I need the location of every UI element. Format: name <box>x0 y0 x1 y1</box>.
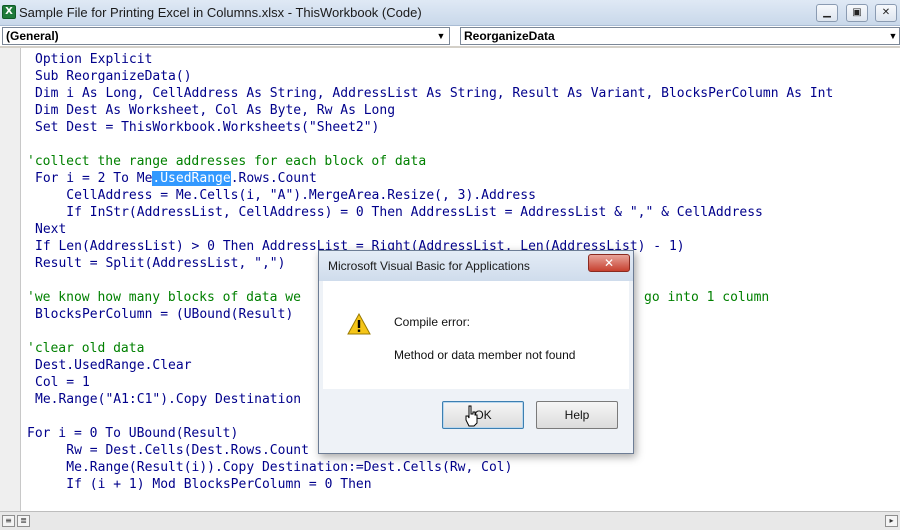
code-line[interactable]: BlocksPerColumn = (UBound(Result) <box>35 306 293 323</box>
hand-cursor-icon <box>465 405 478 427</box>
dialog-title: Microsoft Visual Basic for Applications <box>328 259 530 273</box>
error-message: Method or data member not found <box>394 348 576 362</box>
procedure-view-button[interactable]: ≡ <box>2 515 15 527</box>
object-combo-value: (General) <box>6 29 59 43</box>
code-line[interactable]: Set Dest = ThisWorkbook.Worksheets("Shee… <box>35 119 379 136</box>
full-module-view-button[interactable]: ≣ <box>17 515 30 527</box>
excel-icon: X <box>2 5 16 19</box>
code-line[interactable]: Col = 1 <box>35 374 90 391</box>
selected-text[interactable]: .UsedRange <box>152 171 231 186</box>
procedure-combo[interactable]: ReorganizeData ▼ <box>460 27 900 45</box>
code-line[interactable]: Dest.UsedRange.Clear <box>35 357 192 374</box>
dialog-title-bar: Microsoft Visual Basic for Applications … <box>319 251 633 281</box>
scroll-right-button[interactable]: ▸ <box>885 515 898 527</box>
bottom-scroll-bar[interactable]: ≡ ≣ ▸ <box>0 511 900 530</box>
code-line[interactable]: Option Explicit <box>35 51 152 68</box>
code-line[interactable]: For i = 2 To Me.UsedRange.Rows.Count <box>35 170 317 187</box>
code-line[interactable]: If (i + 1) Mod BlocksPerColumn = 0 Then <box>35 476 371 493</box>
margin-indicator-bar[interactable] <box>0 48 21 512</box>
chevron-down-icon[interactable]: ▼ <box>885 28 900 44</box>
window-title: Sample File for Printing Excel in Column… <box>19 5 422 20</box>
code-line[interactable]: Dim i As Long, CellAddress As String, Ad… <box>35 85 833 102</box>
procedure-combo-value: ReorganizeData <box>464 29 555 43</box>
code-line[interactable]: Me.Range(Result(i)).Copy Destination:=De… <box>35 459 512 476</box>
help-button[interactable]: Help <box>536 401 618 429</box>
code-line[interactable]: Me.Range("A1:C1").Copy Destination <box>35 391 301 408</box>
code-line[interactable]: Rw = Dest.Cells(Dest.Rows.Count <box>35 442 309 459</box>
close-button[interactable]: ✕ <box>875 4 897 22</box>
title-bar: X Sample File for Printing Excel in Colu… <box>0 0 900 26</box>
code-line[interactable]: For i = 0 To UBound(Result) <box>27 425 238 442</box>
code-comment[interactable]: 'we know how many blocks of data we <box>27 289 301 306</box>
warning-icon <box>347 313 371 335</box>
ok-button[interactable]: OK <box>442 401 524 429</box>
dialog-body: Compile error: Method or data member not… <box>323 281 629 389</box>
code-line[interactable]: Dim Dest As Worksheet, Col As Byte, Rw A… <box>35 102 395 119</box>
restore-button[interactable]: ▣ <box>846 4 868 22</box>
toolbar-divider <box>0 46 900 48</box>
code-line[interactable]: CellAddress = Me.Cells(i, "A").MergeArea… <box>35 187 536 204</box>
code-line[interactable]: Sub ReorganizeData() <box>35 68 192 85</box>
object-combo[interactable]: (General) ▼ <box>2 27 450 45</box>
code-comment[interactable]: go into 1 column <box>644 289 769 306</box>
code-line[interactable]: Result = Split(AddressList, ",") <box>35 255 285 272</box>
error-heading: Compile error: <box>394 315 471 329</box>
dialog-close-button[interactable]: ✕ <box>588 254 630 272</box>
code-text: .Rows.Count <box>230 171 317 186</box>
code-comment[interactable]: 'collect the range addresses for each bl… <box>27 153 426 170</box>
minimize-button[interactable]: ▁ <box>816 4 838 22</box>
code-line[interactable]: Next <box>35 221 66 238</box>
code-comment[interactable]: 'clear old data <box>27 340 144 357</box>
code-line[interactable]: If InStr(AddressList, CellAddress) = 0 T… <box>35 204 763 221</box>
chevron-down-icon[interactable]: ▼ <box>433 28 449 44</box>
code-text: For i = 2 To Me <box>35 171 153 186</box>
